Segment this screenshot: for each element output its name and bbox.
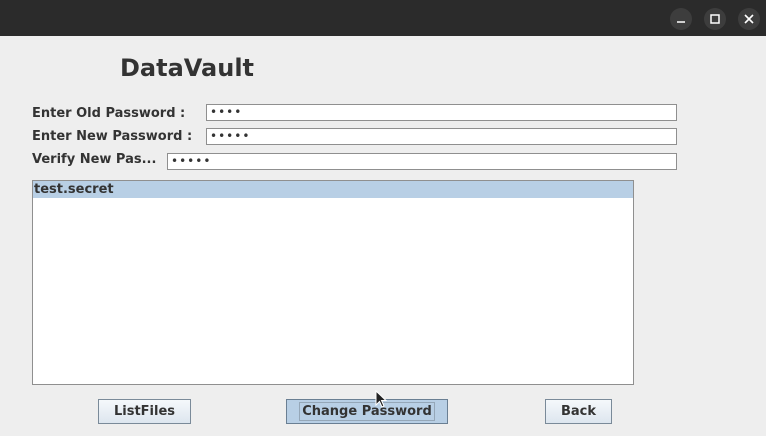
verify-password-label: Verify New Pas...: [32, 152, 157, 167]
old-password-label: Enter Old Password :: [32, 106, 186, 121]
mouse-cursor-icon: [375, 390, 388, 408]
verify-password-field[interactable]: •••••: [167, 153, 677, 170]
change-password-label: Change Password: [299, 402, 435, 421]
change-password-button[interactable]: Change Password: [286, 399, 448, 424]
minimize-button[interactable]: [670, 8, 692, 30]
list-item[interactable]: test.secret: [33, 181, 633, 198]
window-titlebar: [0, 0, 766, 36]
minimize-icon: [677, 21, 685, 23]
close-button[interactable]: [738, 8, 760, 30]
main-panel: DataVault Enter Old Password : •••• Ente…: [0, 36, 766, 436]
list-files-button[interactable]: ListFiles: [98, 399, 191, 424]
new-password-field[interactable]: •••••: [206, 128, 677, 145]
file-list[interactable]: test.secret: [32, 180, 634, 385]
maximize-icon: [710, 14, 720, 24]
close-icon: [744, 14, 754, 24]
maximize-button[interactable]: [704, 8, 726, 30]
back-button[interactable]: Back: [545, 399, 612, 424]
new-password-label: Enter New Password :: [32, 129, 193, 144]
app-title: DataVault: [120, 54, 255, 82]
old-password-field[interactable]: ••••: [206, 104, 677, 121]
